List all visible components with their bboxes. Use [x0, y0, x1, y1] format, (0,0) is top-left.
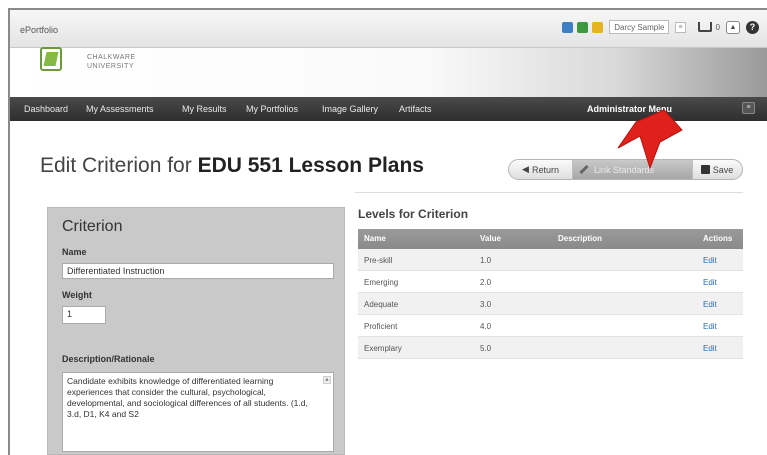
university-name: CHALKWARE UNIVERSITY	[87, 53, 136, 71]
header-name: Name	[364, 234, 386, 243]
header-description: Description	[558, 234, 603, 243]
table-row: Adequate 3.0 Edit	[358, 293, 743, 315]
edit-link[interactable]: Edit	[703, 256, 717, 265]
name-label: Name	[62, 247, 87, 257]
university-logo-icon[interactable]	[40, 47, 62, 71]
table-header: Name Value Description Actions	[358, 229, 743, 249]
scroll-up-icon[interactable]: ▲	[323, 376, 331, 384]
weight-field[interactable]: 1	[62, 306, 106, 324]
level-value: 5.0	[480, 344, 492, 353]
edit-link[interactable]: Edit	[703, 278, 717, 287]
logo-line-1: CHALKWARE	[87, 54, 136, 61]
nav-item-my-assessments[interactable]: My Assessments	[86, 104, 154, 114]
name-field[interactable]: Differentiated Instruction	[62, 263, 334, 279]
description-label: Description/Rationale	[62, 354, 155, 364]
level-name: Pre-skill	[364, 256, 393, 265]
return-arrow-icon: ◀	[522, 164, 529, 174]
nav-item-image-gallery[interactable]: Image Gallery	[322, 104, 378, 114]
criterion-panel: Criterion Name Differentiated Instructio…	[47, 207, 345, 455]
table-row: Pre-skill 1.0 Edit	[358, 249, 743, 271]
edit-link[interactable]: Edit	[703, 344, 717, 353]
user-menu[interactable]: Darcy Sample	[609, 20, 670, 34]
description-textarea[interactable]: Candidate exhibits knowledge of differen…	[62, 372, 334, 452]
level-name: Exemplary	[364, 344, 402, 353]
levels-title: Levels for Criterion	[358, 207, 469, 221]
level-name: Adequate	[364, 300, 399, 309]
edit-link[interactable]: Edit	[703, 322, 717, 331]
level-value: 2.0	[480, 278, 492, 287]
weight-label: Weight	[62, 290, 92, 300]
level-name: Proficient	[364, 322, 398, 331]
nav-item-my-results[interactable]: My Results	[182, 104, 227, 114]
red-pointer-arrow-icon	[617, 109, 683, 170]
top-tools: Darcy Sample ≡ 0 ▲ ?	[562, 20, 759, 34]
app-green-icon[interactable]	[577, 21, 589, 33]
user-dropdown-icon[interactable]: ≡	[675, 21, 686, 33]
title-divider	[355, 192, 743, 193]
levels-table: Name Value Description Actions Pre-skill…	[358, 229, 743, 359]
app-name: ePortfolio	[20, 25, 59, 35]
table-body: Pre-skill 1.0 Edit Emerging 2.0 Edit Ade…	[358, 249, 743, 359]
logo-line-2: UNIVERSITY	[87, 63, 135, 70]
return-label: Return	[531, 164, 559, 175]
nav-item-my-portfolios[interactable]: My Portfolios	[246, 104, 298, 114]
save-button[interactable]: Save	[693, 160, 741, 179]
level-value: 3.0	[480, 300, 492, 309]
description-text: Candidate exhibits knowledge of differen…	[67, 376, 308, 419]
save-label: Save	[712, 164, 734, 175]
page-title-assessment: EDU 551 Lesson Plans	[197, 154, 424, 177]
app-yellow-icon[interactable]	[592, 21, 604, 33]
page-title-prefix: Edit Criterion for	[40, 154, 198, 177]
level-value: 1.0	[480, 256, 492, 265]
table-row: Proficient 4.0 Edit	[358, 315, 743, 337]
inbox-icon[interactable]	[697, 22, 712, 32]
inbox-count: 0	[715, 22, 720, 32]
edit-link[interactable]: Edit	[703, 300, 717, 309]
pencil-icon	[579, 164, 589, 175]
page-title: Edit Criterion for EDU 551 Lesson Plans	[40, 154, 424, 178]
up-arrow-button[interactable]: ▲	[726, 20, 740, 34]
admin-dropdown-icon[interactable]: ≡	[742, 102, 755, 114]
nav-item-dashboard[interactable]: Dashboard	[24, 104, 68, 114]
header-actions: Actions	[703, 234, 733, 243]
criterion-panel-title: Criterion	[62, 218, 123, 235]
nav-item-artifacts[interactable]: Artifacts	[399, 104, 432, 114]
table-row: Emerging 2.0 Edit	[358, 271, 743, 293]
top-bar: ePortfolio Darcy Sample ≡ 0 ▲ ?	[10, 10, 767, 48]
header-value: Value	[480, 234, 501, 243]
table-row: Exemplary 5.0 Edit	[358, 337, 743, 359]
level-value: 4.0	[480, 322, 492, 331]
save-disk-icon	[700, 165, 710, 174]
app-blue-icon[interactable]	[562, 21, 574, 33]
help-icon[interactable]: ?	[746, 20, 759, 34]
level-name: Emerging	[364, 278, 399, 287]
return-button[interactable]: ◀ Return	[509, 160, 573, 179]
